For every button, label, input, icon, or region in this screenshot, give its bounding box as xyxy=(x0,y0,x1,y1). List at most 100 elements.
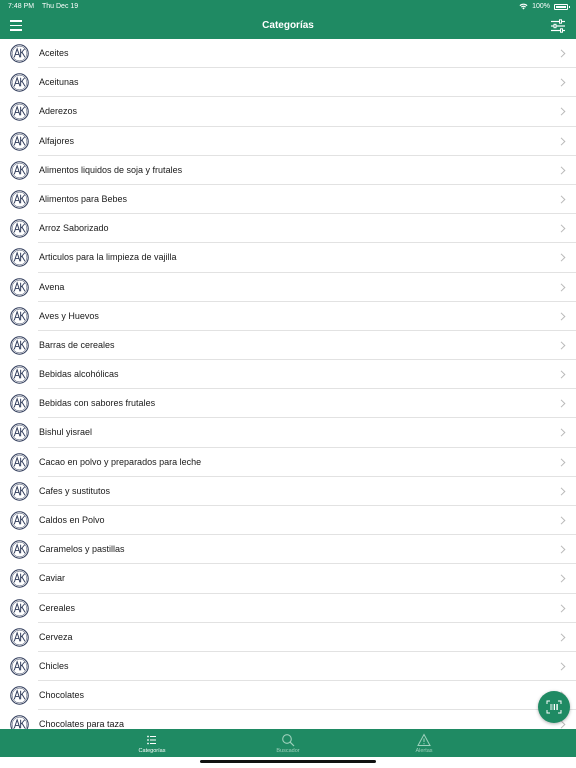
category-row[interactable]: Caldos en Polvo xyxy=(0,506,576,536)
tab-buscador[interactable]: Buscador xyxy=(220,729,356,757)
tab-label: Buscador xyxy=(276,748,300,754)
category-row[interactable]: Aceitunas xyxy=(0,68,576,98)
chevron-right-icon xyxy=(560,166,566,175)
kosher-logo-icon xyxy=(10,482,29,501)
navigation-bar: Categorías xyxy=(0,13,576,39)
kosher-logo-icon xyxy=(10,657,29,676)
wifi-icon xyxy=(519,3,528,10)
warning-icon xyxy=(417,733,431,746)
chevron-right-icon xyxy=(560,195,566,204)
kosher-logo-icon xyxy=(10,190,29,209)
chevron-right-icon xyxy=(560,49,566,58)
category-label: Alimentos liquidos de soja y frutales xyxy=(39,164,183,175)
kosher-logo-icon xyxy=(10,131,29,151)
page-title: Categorías xyxy=(262,20,314,31)
chevron-right-icon xyxy=(560,107,566,116)
category-row[interactable]: Caramelos y pastillas xyxy=(0,535,576,565)
chevron-right-icon xyxy=(560,428,566,437)
category-label: Caldos en Polvo xyxy=(39,515,105,525)
kosher-logo-icon xyxy=(10,569,29,589)
category-row[interactable]: Cerveza xyxy=(0,623,576,652)
category-label: Chocolates xyxy=(39,690,85,701)
kosher-logo-icon xyxy=(10,248,29,268)
category-label: Aderezos xyxy=(39,106,78,117)
category-row[interactable]: Arroz Saborizado xyxy=(0,214,576,244)
chevron-right-icon xyxy=(560,253,566,262)
status-time: 7:48 PM xyxy=(8,3,35,10)
category-label: Chocolates para taza xyxy=(39,719,125,729)
category-label: Aceites xyxy=(39,48,69,58)
status-right: 100% xyxy=(519,0,570,13)
category-row[interactable]: Aves y Huevos xyxy=(0,302,576,331)
category-label: Alimentos para Bebes xyxy=(39,193,128,204)
status-bar: 7:48 PM Thu Dec 19 100% xyxy=(0,0,576,13)
tab-bar: Categorías Buscador Alertas xyxy=(0,729,576,757)
category-row[interactable]: Avena xyxy=(0,273,576,302)
kosher-logo-icon xyxy=(10,219,29,238)
kosher-logo-icon xyxy=(10,365,29,384)
category-row[interactable]: Barras de cereales xyxy=(0,331,576,361)
chevron-right-icon xyxy=(560,574,566,583)
category-label: Bebidas con sabores frutales xyxy=(39,398,156,409)
kosher-logo-icon xyxy=(10,598,29,618)
chevron-right-icon xyxy=(560,545,566,554)
chevron-right-icon xyxy=(560,720,566,729)
category-row[interactable]: Alimentos para Bebes xyxy=(0,185,576,215)
category-label: Cerveza xyxy=(39,631,73,642)
category-label: Alfajores xyxy=(39,135,75,146)
chevron-right-icon xyxy=(560,662,566,671)
category-row[interactable]: Chocolates para taza xyxy=(0,710,576,729)
category-row[interactable]: Cereales xyxy=(0,594,576,623)
category-row[interactable]: Bebidas con sabores frutales xyxy=(0,389,576,419)
category-row[interactable]: Aderezos xyxy=(0,97,576,127)
tab-alertas[interactable]: Alertas xyxy=(356,729,492,757)
category-row[interactable]: Bishul yisrael xyxy=(0,418,576,448)
chevron-right-icon xyxy=(560,370,566,379)
category-label: Barras de cereales xyxy=(39,339,115,350)
barcode-scan-button[interactable] xyxy=(538,691,570,723)
kosher-logo-icon xyxy=(10,452,29,472)
kosher-logo-icon xyxy=(10,306,29,326)
chevron-right-icon xyxy=(560,399,566,408)
search-icon xyxy=(282,734,295,747)
chevron-right-icon xyxy=(560,341,566,350)
category-row[interactable]: Alimentos liquidos de soja y frutales xyxy=(0,156,576,185)
chevron-right-icon xyxy=(560,487,566,496)
status-date: Thu Dec 19 xyxy=(42,3,79,10)
category-row[interactable]: Cacao en polvo y preparados para leche xyxy=(0,448,576,477)
kosher-logo-icon xyxy=(10,423,29,443)
kosher-logo-icon xyxy=(10,336,29,355)
category-row[interactable]: Articulos para la limpieza de vajilla xyxy=(0,243,576,273)
category-label: Cacao en polvo y preparados para leche xyxy=(39,456,202,467)
category-row[interactable]: Caviar xyxy=(0,564,576,594)
chevron-right-icon xyxy=(560,137,566,146)
category-row[interactable]: Chocolates xyxy=(0,681,576,711)
kosher-logo-icon xyxy=(10,715,29,729)
category-row[interactable]: Cafes y sustitutos xyxy=(0,477,576,506)
category-label: Cereales xyxy=(39,602,76,613)
chevron-right-icon xyxy=(560,633,566,642)
category-label: Caramelos y pastillas xyxy=(39,544,125,555)
filter-sliders-icon[interactable] xyxy=(550,18,566,34)
kosher-logo-icon xyxy=(10,511,29,530)
tab-label: Alertas xyxy=(415,748,433,754)
category-label: Aceitunas xyxy=(39,77,79,88)
category-label: Avena xyxy=(39,281,65,292)
kosher-logo-icon xyxy=(10,102,29,122)
category-row[interactable]: Bebidas alcohólicas xyxy=(0,360,576,390)
category-row[interactable]: Aceites xyxy=(0,39,576,69)
category-list: Aceites Aceitunas Aderezos Alfajores Aliment… xyxy=(0,39,576,729)
tab-categorias[interactable]: Categorías xyxy=(84,729,220,757)
chevron-right-icon xyxy=(560,282,566,292)
home-indicator[interactable] xyxy=(200,760,376,763)
chevron-right-icon xyxy=(560,312,566,321)
category-row[interactable]: Alfajores xyxy=(0,127,576,156)
category-label: Arroz Saborizado xyxy=(39,223,109,234)
battery-icon xyxy=(554,3,570,10)
chevron-right-icon xyxy=(560,516,566,525)
chevron-right-icon xyxy=(560,224,566,233)
chevron-right-icon xyxy=(560,458,566,467)
battery-percent: 100% xyxy=(532,3,550,10)
category-row[interactable]: Chicles xyxy=(0,652,576,682)
kosher-logo-icon xyxy=(10,394,29,414)
